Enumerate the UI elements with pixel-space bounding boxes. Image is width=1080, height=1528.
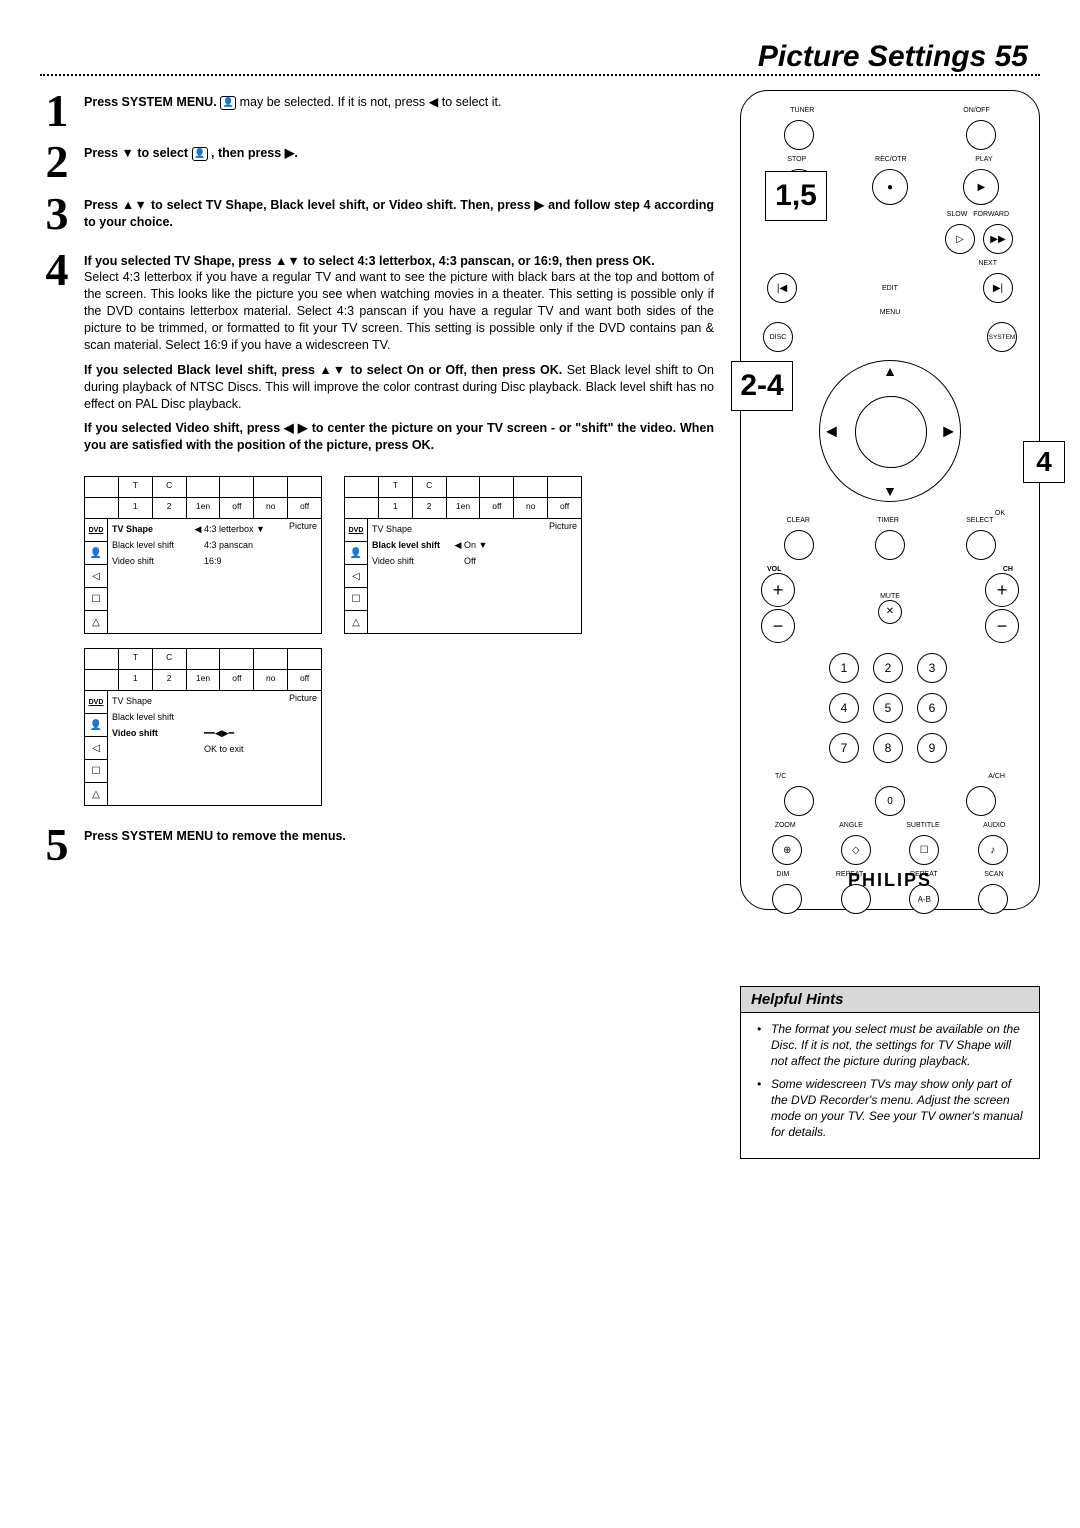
step-number: 2 <box>40 141 74 182</box>
step-4-body-1: Select 4:3 letterbox if you have a regul… <box>84 270 714 352</box>
num-4-button[interactable]: 4 <box>829 693 859 723</box>
num-3-button[interactable]: 3 <box>917 653 947 683</box>
step-1-lead: Press SYSTEM MENU. <box>84 95 217 109</box>
lock-icon: △ <box>85 611 107 633</box>
disc-menu-button[interactable]: DISC <box>763 322 793 352</box>
hints-title: Helpful Hints <box>741 987 1039 1013</box>
step-1: 1 Press SYSTEM MENU. 👤 may be selected. … <box>40 90 714 131</box>
number-pad: 1 2 3 4 5 6 7 8 9 <box>753 653 1027 763</box>
dvd-icon: DVD <box>85 519 107 542</box>
step-2: 2 Press ▼ to select 👤 , then press ▶. <box>40 141 714 182</box>
nav-left-icon[interactable]: ◀ <box>826 423 837 440</box>
ch-down-button[interactable]: − <box>985 609 1019 643</box>
zoom-button[interactable]: ⊕ <box>772 835 802 865</box>
nav-down-icon[interactable]: ▼ <box>883 483 897 499</box>
num-1-button[interactable]: 1 <box>829 653 859 683</box>
tuner-button[interactable] <box>784 120 814 150</box>
ch-up-button[interactable]: + <box>985 573 1019 607</box>
ok-button[interactable] <box>855 396 927 468</box>
page-number: 55 <box>995 40 1028 73</box>
brand-logo: PHILIPS <box>741 870 1039 891</box>
page-title: Picture Settings <box>758 40 986 73</box>
helpful-hints: Helpful Hints •The format you select mus… <box>740 986 1040 1159</box>
menu-diagram-videoshift: TC 121enoffnooff DVD 👤 ◁ ☐ △ Picture TV … <box>84 648 322 806</box>
header: Picture Settings 55 <box>40 40 1040 76</box>
down-arrow-icon: ▼ <box>122 146 134 160</box>
menu-diagram-tvshape: TC 121enoffnooff DVD 👤 ◁ ☐ △ <box>84 476 322 634</box>
step-3: 3 Press ▲▼ to select TV Shape, Black lev… <box>40 193 714 239</box>
navigation-pad[interactable]: ▲ ▼ ◀ ▶ <box>819 360 961 502</box>
num-7-button[interactable]: 7 <box>829 733 859 763</box>
right-arrow-icon: ▶ <box>285 146 295 160</box>
menu-diagrams: TC 121enoffnooff DVD 👤 ◁ ☐ △ <box>84 476 714 634</box>
next-button[interactable]: ▶| <box>983 273 1013 303</box>
step-number: 5 <box>40 824 74 865</box>
left-arrow-icon: ◀ <box>429 95 439 109</box>
step-number: 4 <box>40 249 74 463</box>
step-number: 1 <box>40 90 74 131</box>
num-8-button[interactable]: 8 <box>873 733 903 763</box>
updown-arrow-icon: ▲▼ <box>122 198 147 212</box>
num-6-button[interactable]: 6 <box>917 693 947 723</box>
hint-item: Some widescreen TVs may show only part o… <box>771 1076 1027 1141</box>
overlay-step-1-5: 1,5 <box>765 171 827 221</box>
slow-button[interactable]: ▷ <box>945 224 975 254</box>
timer-button[interactable] <box>875 530 905 560</box>
clear-button[interactable] <box>784 530 814 560</box>
record-button[interactable]: ● <box>872 169 908 205</box>
num-5-button[interactable]: 5 <box>873 693 903 723</box>
person-icon: 👤 <box>85 542 107 565</box>
step-4: 4 If you selected TV Shape, press ▲▼ to … <box>40 249 714 463</box>
overlay-step-2-4: 2-4 <box>731 361 793 411</box>
num-9-button[interactable]: 9 <box>917 733 947 763</box>
angle-button[interactable]: ◇ <box>841 835 871 865</box>
right-arrow-icon: ▶ <box>534 198 544 212</box>
person-icon: 👤 <box>220 96 236 110</box>
subtitle-icon: ☐ <box>85 588 107 611</box>
remote-control: 1,5 2-4 4 TUNERON/OFF STOPREC/OTRPLAY ■ … <box>740 90 1040 910</box>
power-button[interactable] <box>966 120 996 150</box>
speaker-icon: ◁ <box>85 565 107 588</box>
audio-button[interactable]: ♪ <box>978 835 1008 865</box>
system-menu-button[interactable]: SYSTEM <box>987 322 1017 352</box>
step-5: 5 Press SYSTEM MENU to remove the menus. <box>40 824 714 865</box>
mute-button[interactable]: ✕ <box>878 600 902 624</box>
person-icon: 👤 <box>192 147 208 161</box>
hint-item: The format you select must be available … <box>771 1021 1027 1070</box>
vol-down-button[interactable]: − <box>761 609 795 643</box>
tc-button[interactable] <box>784 786 814 816</box>
num-2-button[interactable]: 2 <box>873 653 903 683</box>
nav-up-icon[interactable]: ▲ <box>883 363 897 379</box>
prev-button[interactable]: |◀ <box>767 273 797 303</box>
ach-button[interactable] <box>966 786 996 816</box>
step-number: 3 <box>40 193 74 239</box>
subtitle-button[interactable]: ☐ <box>909 835 939 865</box>
forward-button[interactable]: ▶▶ <box>983 224 1013 254</box>
play-button[interactable]: ▶ <box>963 169 999 205</box>
select-button[interactable] <box>966 530 996 560</box>
menu-diagram-blacklevel: TC 121enoffnooff DVD 👤 ◁ ☐ △ Picture TV … <box>344 476 582 634</box>
num-0-button[interactable]: 0 <box>875 786 905 816</box>
vol-up-button[interactable]: + <box>761 573 795 607</box>
overlay-step-4: 4 <box>1023 441 1065 483</box>
nav-right-icon[interactable]: ▶ <box>943 423 954 440</box>
